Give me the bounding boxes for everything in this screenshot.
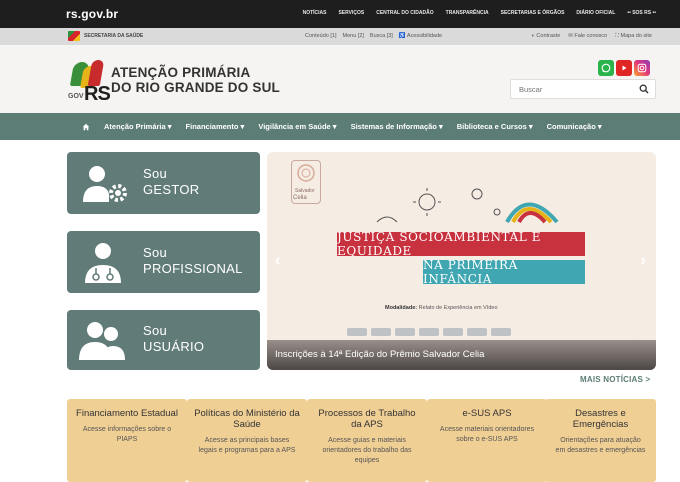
card-processos-desc: Acesse guias e materiais orientadores do… bbox=[322, 437, 412, 464]
accessibility-link[interactable]: ♿ Acessibilidade bbox=[399, 33, 442, 39]
main-nav: Atenção Primária ▾ Financiamento ▾ Vigil… bbox=[0, 113, 680, 140]
card-financiamento-desc: Acesse informações sobre o PIAPS bbox=[82, 426, 172, 443]
card-esus-title: e-SUS APS bbox=[462, 408, 512, 419]
instagram-icon[interactable] bbox=[634, 60, 650, 76]
modality-value: Relato de Experiência em Vídeo bbox=[418, 305, 498, 311]
card-financiamento[interactable]: Financiamento Estadual Acesse informaçõe… bbox=[67, 399, 187, 482]
carousel-caption[interactable]: Inscrições à 14ª Edição do Prêmio Salvad… bbox=[267, 340, 656, 370]
top-link-transparencia[interactable]: TRANSPARÊNCIA bbox=[446, 10, 489, 16]
site-title[interactable]: ATENÇÃO PRIMÁRIA DO RIO GRANDE DO SUL bbox=[111, 65, 280, 95]
nav-comunicacao[interactable]: Comunicação ▾ bbox=[547, 122, 602, 131]
carousel-next-icon[interactable]: › bbox=[641, 252, 646, 270]
skip-search-link[interactable]: Busca [3] bbox=[370, 33, 393, 39]
partner-logos bbox=[347, 328, 511, 336]
top-bar: rs.gov.br NOTÍCIAS SERVIÇOS CENTRAL DO C… bbox=[0, 0, 680, 28]
card-financiamento-title: Financiamento Estadual bbox=[76, 408, 178, 419]
contrast-link[interactable]: ◐ Contraste bbox=[532, 33, 561, 40]
card-desastres[interactable]: Desastres e Emergências Orientações para… bbox=[545, 399, 656, 482]
nav-vigilancia[interactable]: Vigilância em Saúde ▾ bbox=[258, 122, 336, 131]
users-icon bbox=[79, 322, 125, 360]
stamp-line2: Celia bbox=[293, 195, 307, 201]
carousel-prev-icon[interactable]: ‹ bbox=[275, 252, 280, 270]
whatsapp-icon[interactable] bbox=[598, 60, 614, 76]
card-desastres-desc: Orientações para atuação em desastres e … bbox=[555, 437, 646, 454]
news-carousel[interactable]: Salvador Celia JUSTIÇA SOCIOAMBIENTAL E … bbox=[267, 152, 656, 370]
sitemap-link[interactable]: ⛶ Mapa do site bbox=[615, 33, 652, 40]
top-link-sos[interactable]: •• SOS RS •• bbox=[627, 10, 656, 16]
home-icon[interactable] bbox=[82, 123, 90, 131]
card-politicas-title: Políticas do Ministério da Saúde bbox=[194, 408, 300, 430]
skip-menu-link[interactable]: Menu [2] bbox=[343, 33, 364, 39]
card-esus[interactable]: e-SUS APS Acesse materiais orientadores … bbox=[427, 399, 547, 482]
card-usuario-line1: Sou bbox=[143, 323, 168, 338]
doctor-icon bbox=[85, 243, 121, 283]
contact-link[interactable]: ✉ Fale conosco bbox=[568, 33, 607, 40]
nav-sistemas[interactable]: Sistemas de Informação ▾ bbox=[351, 122, 443, 131]
secretaria-label: SECRETARIA DA SAÚDE bbox=[84, 33, 144, 39]
doodles-illustration bbox=[376, 188, 559, 224]
youtube-icon[interactable] bbox=[616, 60, 632, 76]
page: rs.gov.br NOTÍCIAS SERVIÇOS CENTRAL DO C… bbox=[0, 0, 680, 482]
top-link-central[interactable]: CENTRAL DO CIDADÃO bbox=[376, 10, 433, 16]
card-processos-title: Processos de Trabalho da APS bbox=[318, 408, 416, 430]
top-link-diario[interactable]: DIÁRIO OFICIAL bbox=[576, 10, 615, 16]
card-profissional-line2: PROFISSIONAL bbox=[143, 261, 243, 276]
card-gestor[interactable]: Sou GESTOR bbox=[67, 152, 260, 214]
carousel-caption-text: Inscrições à 14ª Edição do Prêmio Salvad… bbox=[275, 349, 485, 360]
nav-atencao-primaria[interactable]: Atenção Primária ▾ bbox=[104, 122, 172, 131]
rs-gov-link[interactable]: rs.gov.br bbox=[66, 7, 118, 21]
logo-rs-text: RS bbox=[84, 83, 111, 105]
top-links: NOTÍCIAS SERVIÇOS CENTRAL DO CIDADÃO TRA… bbox=[303, 10, 656, 16]
card-processos[interactable]: Processos de Trabalho da APS Acesse guia… bbox=[307, 399, 427, 482]
card-gestor-line2: GESTOR bbox=[143, 182, 200, 197]
site-title-line2: DO RIO GRANDE DO SUL bbox=[111, 80, 281, 95]
secretaria-link[interactable]: SECRETARIA DA SAÚDE bbox=[68, 31, 143, 41]
site-title-line1: ATENÇÃO PRIMÁRIA bbox=[111, 65, 251, 80]
accessibility-links: Conteúdo [1] Menu [2] Busca [3] ♿ Acessi… bbox=[305, 33, 442, 39]
search-box bbox=[510, 79, 656, 99]
more-news-link[interactable]: MAIS NOTÍCIAS > bbox=[580, 375, 650, 384]
skip-content-link[interactable]: Conteúdo [1] bbox=[305, 33, 337, 39]
modality-text: Modalidade: Relato de Experiência em Víd… bbox=[385, 305, 498, 311]
user-gear-icon bbox=[83, 166, 127, 202]
card-gestor-line1: Sou bbox=[143, 166, 168, 181]
top-link-servicos[interactable]: SERVIÇOS bbox=[338, 10, 364, 16]
nav-financiamento[interactable]: Financiamento ▾ bbox=[186, 122, 245, 131]
stamp-line1: Salvador bbox=[295, 188, 315, 194]
card-desastres-title: Desastres e Emergências bbox=[572, 408, 629, 430]
logo-gov-text: GOV bbox=[68, 93, 84, 100]
modality-label: Modalidade: bbox=[385, 305, 418, 311]
nav-biblioteca[interactable]: Biblioteca e Cursos ▾ bbox=[457, 122, 533, 131]
card-politicas-desc: Acesse as principais bases legais e prog… bbox=[198, 437, 296, 454]
card-profissional-line1: Sou bbox=[143, 245, 168, 260]
headline-ribbon-1: JUSTIÇA SOCIOAMBIENTAL E EQUIDADE bbox=[337, 230, 585, 258]
rs-flag-icon bbox=[68, 31, 80, 41]
top-link-noticias[interactable]: NOTÍCIAS bbox=[303, 10, 327, 16]
headline-ribbon-2: NA PRIMEIRA INFÂNCIA bbox=[423, 258, 585, 286]
social-links bbox=[598, 60, 650, 76]
search-icon[interactable] bbox=[639, 84, 649, 94]
card-profissional[interactable]: Sou PROFISSIONAL bbox=[67, 231, 260, 293]
utility-links: ◐ Contraste ✉ Fale conosco ⛶ Mapa do sit… bbox=[532, 33, 652, 40]
card-politicas[interactable]: Políticas do Ministério da Saúde Acesse … bbox=[187, 399, 307, 482]
card-usuario[interactable]: Sou USUÁRIO bbox=[67, 310, 260, 370]
card-esus-desc: Acesse materiais orientadores sobre o e-… bbox=[439, 426, 535, 443]
secretaria-bar: SECRETARIA DA SAÚDE Conteúdo [1] Menu [2… bbox=[0, 28, 680, 45]
card-usuario-line2: USUÁRIO bbox=[143, 339, 205, 354]
search-input[interactable] bbox=[511, 80, 631, 98]
top-link-secretarias[interactable]: SECRETARIAS E ÓRGÃOS bbox=[501, 10, 565, 16]
